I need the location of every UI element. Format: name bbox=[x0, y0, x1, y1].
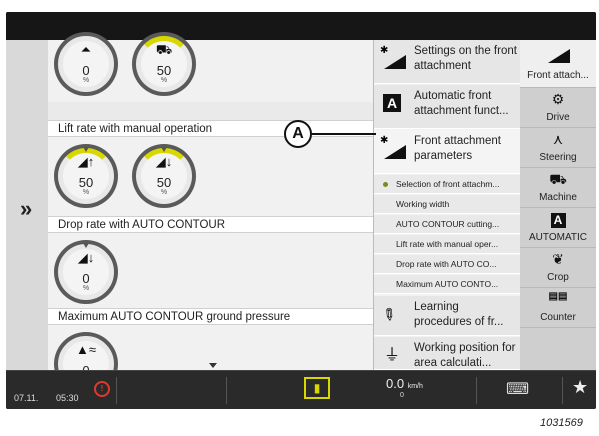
divider bbox=[116, 377, 117, 404]
drop-rate-icon: ◢↓ bbox=[77, 250, 95, 265]
category-machine[interactable]: ⛟ Machine bbox=[520, 168, 596, 208]
menu-item-automatic-functions[interactable]: A Automatic front attachment funct... bbox=[374, 85, 521, 129]
callout-a: A bbox=[284, 120, 312, 148]
label-drop-rate-auto: Drop rate with AUTO CONTOUR bbox=[48, 216, 373, 233]
menu-item-settings-attachment[interactable]: ✱ Settings on the front attachment bbox=[374, 40, 521, 84]
status-bar: 07.11. 05:30 ! ▮ 0.0 km/h 0 ⌨ ★ bbox=[6, 370, 596, 409]
subitem-auto-contour-cutting[interactable]: AUTO CONTOUR cutting... bbox=[374, 215, 521, 234]
time-display: 05:30 bbox=[56, 393, 79, 403]
speed-display: 0.0 km/h bbox=[386, 376, 423, 391]
category-column: Front attach... ⚙ Drive ⋏ Steering ⛟ Mac… bbox=[520, 40, 596, 370]
divider bbox=[476, 377, 477, 404]
header-position-icon[interactable]: ▮ bbox=[304, 377, 330, 399]
drive-icon: ⚙ bbox=[551, 91, 565, 107]
category-steering[interactable]: ⋏ Steering bbox=[520, 128, 596, 168]
menu-item-attachment-parameters[interactable]: ✱ Front attachment parameters bbox=[374, 130, 521, 174]
category-drive[interactable]: ⚙ Drive bbox=[520, 88, 596, 128]
subitem-selection-attachment[interactable]: Selection of front attachm... bbox=[374, 175, 521, 194]
crop-icon: ❦ bbox=[552, 251, 564, 267]
header-tilt-icon: ⛟ bbox=[155, 42, 173, 57]
lift-rate-down-gauge[interactable]: ⏶ 0 % bbox=[54, 32, 118, 96]
category-automatic[interactable]: A AUTOMATIC bbox=[520, 208, 596, 248]
ground-pressure-gauge[interactable]: ▲≈ 0 bbox=[54, 332, 118, 370]
terminal-screen: » ⏶ 0 % ⛟ 50 % Lift rate with manual ope… bbox=[6, 12, 596, 409]
divider bbox=[562, 377, 563, 404]
ground-pressure-icon: ▲≈ bbox=[75, 342, 96, 357]
label-max-ground-pressure: Maximum AUTO CONTOUR ground pressure bbox=[48, 308, 373, 325]
steering-icon: ⋏ bbox=[552, 131, 564, 147]
warning-icon[interactable]: ! bbox=[94, 381, 110, 397]
favorites-star-icon[interactable]: ★ bbox=[572, 377, 588, 398]
subitem-max-auto-contour[interactable]: Maximum AUTO CONTO... bbox=[374, 275, 521, 294]
left-nav-strip: » bbox=[6, 40, 48, 370]
selected-dot-icon bbox=[383, 182, 388, 187]
lift-up-icon: ◢↑ bbox=[77, 154, 95, 169]
learning-icon: ✎ bbox=[377, 304, 399, 327]
lift-rate-manual-down-gauge[interactable]: ◢↓ 50 % bbox=[132, 144, 196, 208]
counter-icon: ▤▤ bbox=[548, 291, 568, 302]
front-attachment-icon bbox=[520, 43, 596, 63]
category-front-attachment[interactable]: Front attach... bbox=[520, 40, 596, 88]
lift-down-icon: ◢↓ bbox=[155, 154, 173, 169]
parameters-panel: » ⏶ 0 % ⛟ 50 % Lift rate with manual ope… bbox=[6, 32, 373, 370]
subitem-drop-rate-auto[interactable]: Drop rate with AUTO CO... bbox=[374, 255, 521, 274]
submenu-list: ✱ Settings on the front attachment A Aut… bbox=[373, 40, 521, 370]
divider bbox=[226, 377, 227, 404]
automatic-a-icon: A bbox=[380, 94, 406, 118]
date-display: 07.11. bbox=[14, 393, 39, 403]
figure: » ⏶ 0 % ⛟ 50 % Lift rate with manual ope… bbox=[0, 0, 599, 436]
automatic-icon: A bbox=[520, 211, 596, 229]
lift-rate-manual-up-gauge[interactable]: ◢↑ 50 % bbox=[54, 144, 118, 208]
menu-item-working-position[interactable]: ⏚ Working position for area calculati... bbox=[374, 337, 521, 370]
lift-down-icon: ⏶ bbox=[80, 42, 92, 57]
keyboard-icon[interactable]: ⌨ bbox=[506, 379, 529, 399]
expand-menu-icon[interactable]: » bbox=[20, 198, 32, 220]
settings-attachment-icon: ✱ bbox=[380, 45, 406, 73]
menu-item-learning-procedures[interactable]: ✎ Learning procedures of fr... bbox=[374, 296, 521, 336]
scroll-down-icon[interactable] bbox=[209, 363, 217, 368]
category-crop[interactable]: ❦ Crop bbox=[520, 248, 596, 288]
working-position-icon: ⏚ bbox=[384, 347, 401, 364]
drop-rate-auto-gauge[interactable]: ◢↓ 0 % bbox=[54, 240, 118, 304]
attachment-parameters-icon: ✱ bbox=[380, 135, 406, 163]
callout-leader-line bbox=[312, 133, 376, 135]
category-counter[interactable]: ▤▤ Counter bbox=[520, 288, 596, 328]
machine-icon: ⛟ bbox=[549, 171, 567, 187]
distance-display: 0 bbox=[400, 392, 404, 399]
header-tilt-gauge[interactable]: ⛟ 50 % bbox=[132, 32, 196, 96]
subitem-lift-rate-manual[interactable]: Lift rate with manual oper... bbox=[374, 235, 521, 254]
figure-number: 1031569 bbox=[540, 417, 583, 429]
subitem-working-width[interactable]: Working width bbox=[374, 195, 521, 214]
